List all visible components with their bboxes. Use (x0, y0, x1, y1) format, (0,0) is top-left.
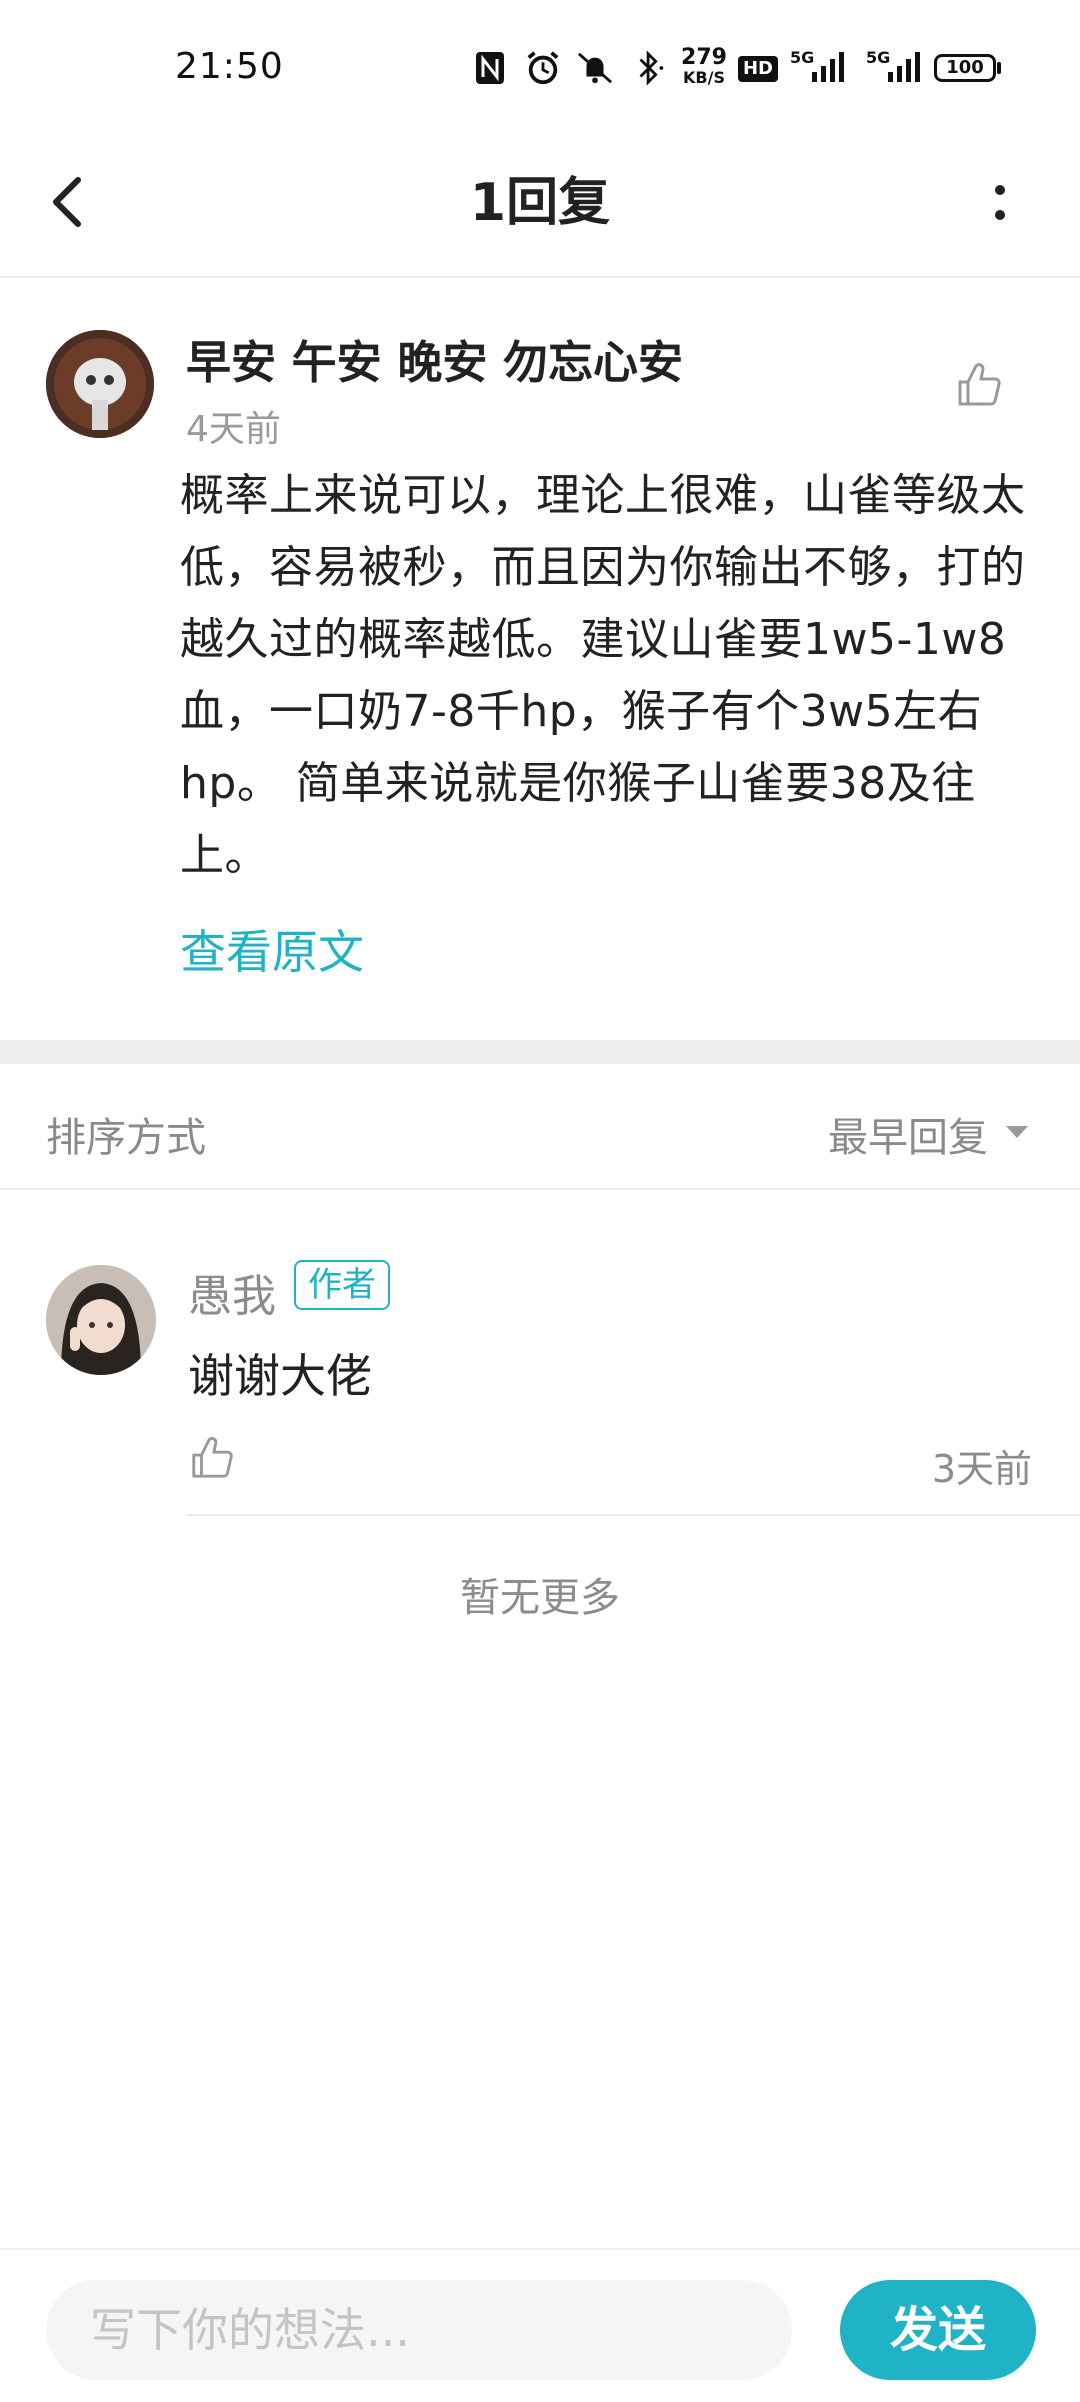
alarm-icon (527, 51, 559, 85)
thumbs-up-icon[interactable] (188, 1434, 236, 1482)
reply-time: 3天前 (931, 1447, 1032, 1491)
page-title: 1回复 (469, 173, 611, 233)
network-speed-value: 279 (681, 45, 727, 70)
comment-author-name[interactable]: 早安 午安 晚安 勿忘心安 (186, 326, 683, 391)
send-button[interactable]: 发送 (840, 2280, 1036, 2380)
section-divider (0, 1040, 1080, 1064)
signal2-label: 5G (866, 48, 891, 67)
caret-down-icon[interactable] (1004, 1124, 1030, 1140)
status-bar: 21:50 279 KB/S HD 5G 5G 100 (0, 0, 1080, 130)
more-vertical-icon[interactable] (970, 160, 1030, 246)
avatar[interactable] (46, 1265, 156, 1375)
author-badge: 作者 (294, 1260, 390, 1310)
sort-dropdown[interactable]: 最早回复 (828, 1105, 988, 1163)
hd-icon: HD (738, 56, 778, 82)
status-time: 21:50 (175, 46, 284, 87)
comment-composer: 发送 (0, 2248, 1080, 2402)
reply-author-name[interactable]: 愚我 (188, 1260, 276, 1324)
comment-time: 4天前 (186, 409, 281, 450)
network-speed: 279 KB/S (680, 45, 728, 88)
signal-icon: 5G (790, 48, 850, 88)
signal1-label: 5G (790, 48, 815, 67)
comment-input[interactable] (46, 2280, 792, 2380)
comment-text: 概率上来说可以，理论上很难，山雀等级太低，容易被秒，而且因为你输出不够，打的越久… (180, 470, 1026, 881)
divider (0, 1188, 1080, 1190)
network-speed-unit: KB/S (683, 68, 725, 87)
nfc-icon (476, 52, 504, 84)
mute-icon (577, 52, 613, 84)
reply-text: 谢谢大佬 (188, 1349, 372, 1403)
header: 1回复 (0, 130, 1080, 278)
signal-icon-2: 5G (866, 48, 926, 88)
bluetooth-icon (639, 50, 664, 86)
battery-icon: 100 (934, 54, 996, 82)
view-original-link[interactable]: 查看原文 (180, 916, 364, 982)
thumbs-up-icon[interactable] (954, 360, 1004, 410)
battery-tip (997, 62, 1001, 74)
sort-label: 排序方式 (46, 1115, 206, 1161)
no-more-text: 暂无更多 (460, 1575, 620, 1621)
avatar[interactable] (46, 330, 154, 438)
divider (186, 1514, 1080, 1516)
